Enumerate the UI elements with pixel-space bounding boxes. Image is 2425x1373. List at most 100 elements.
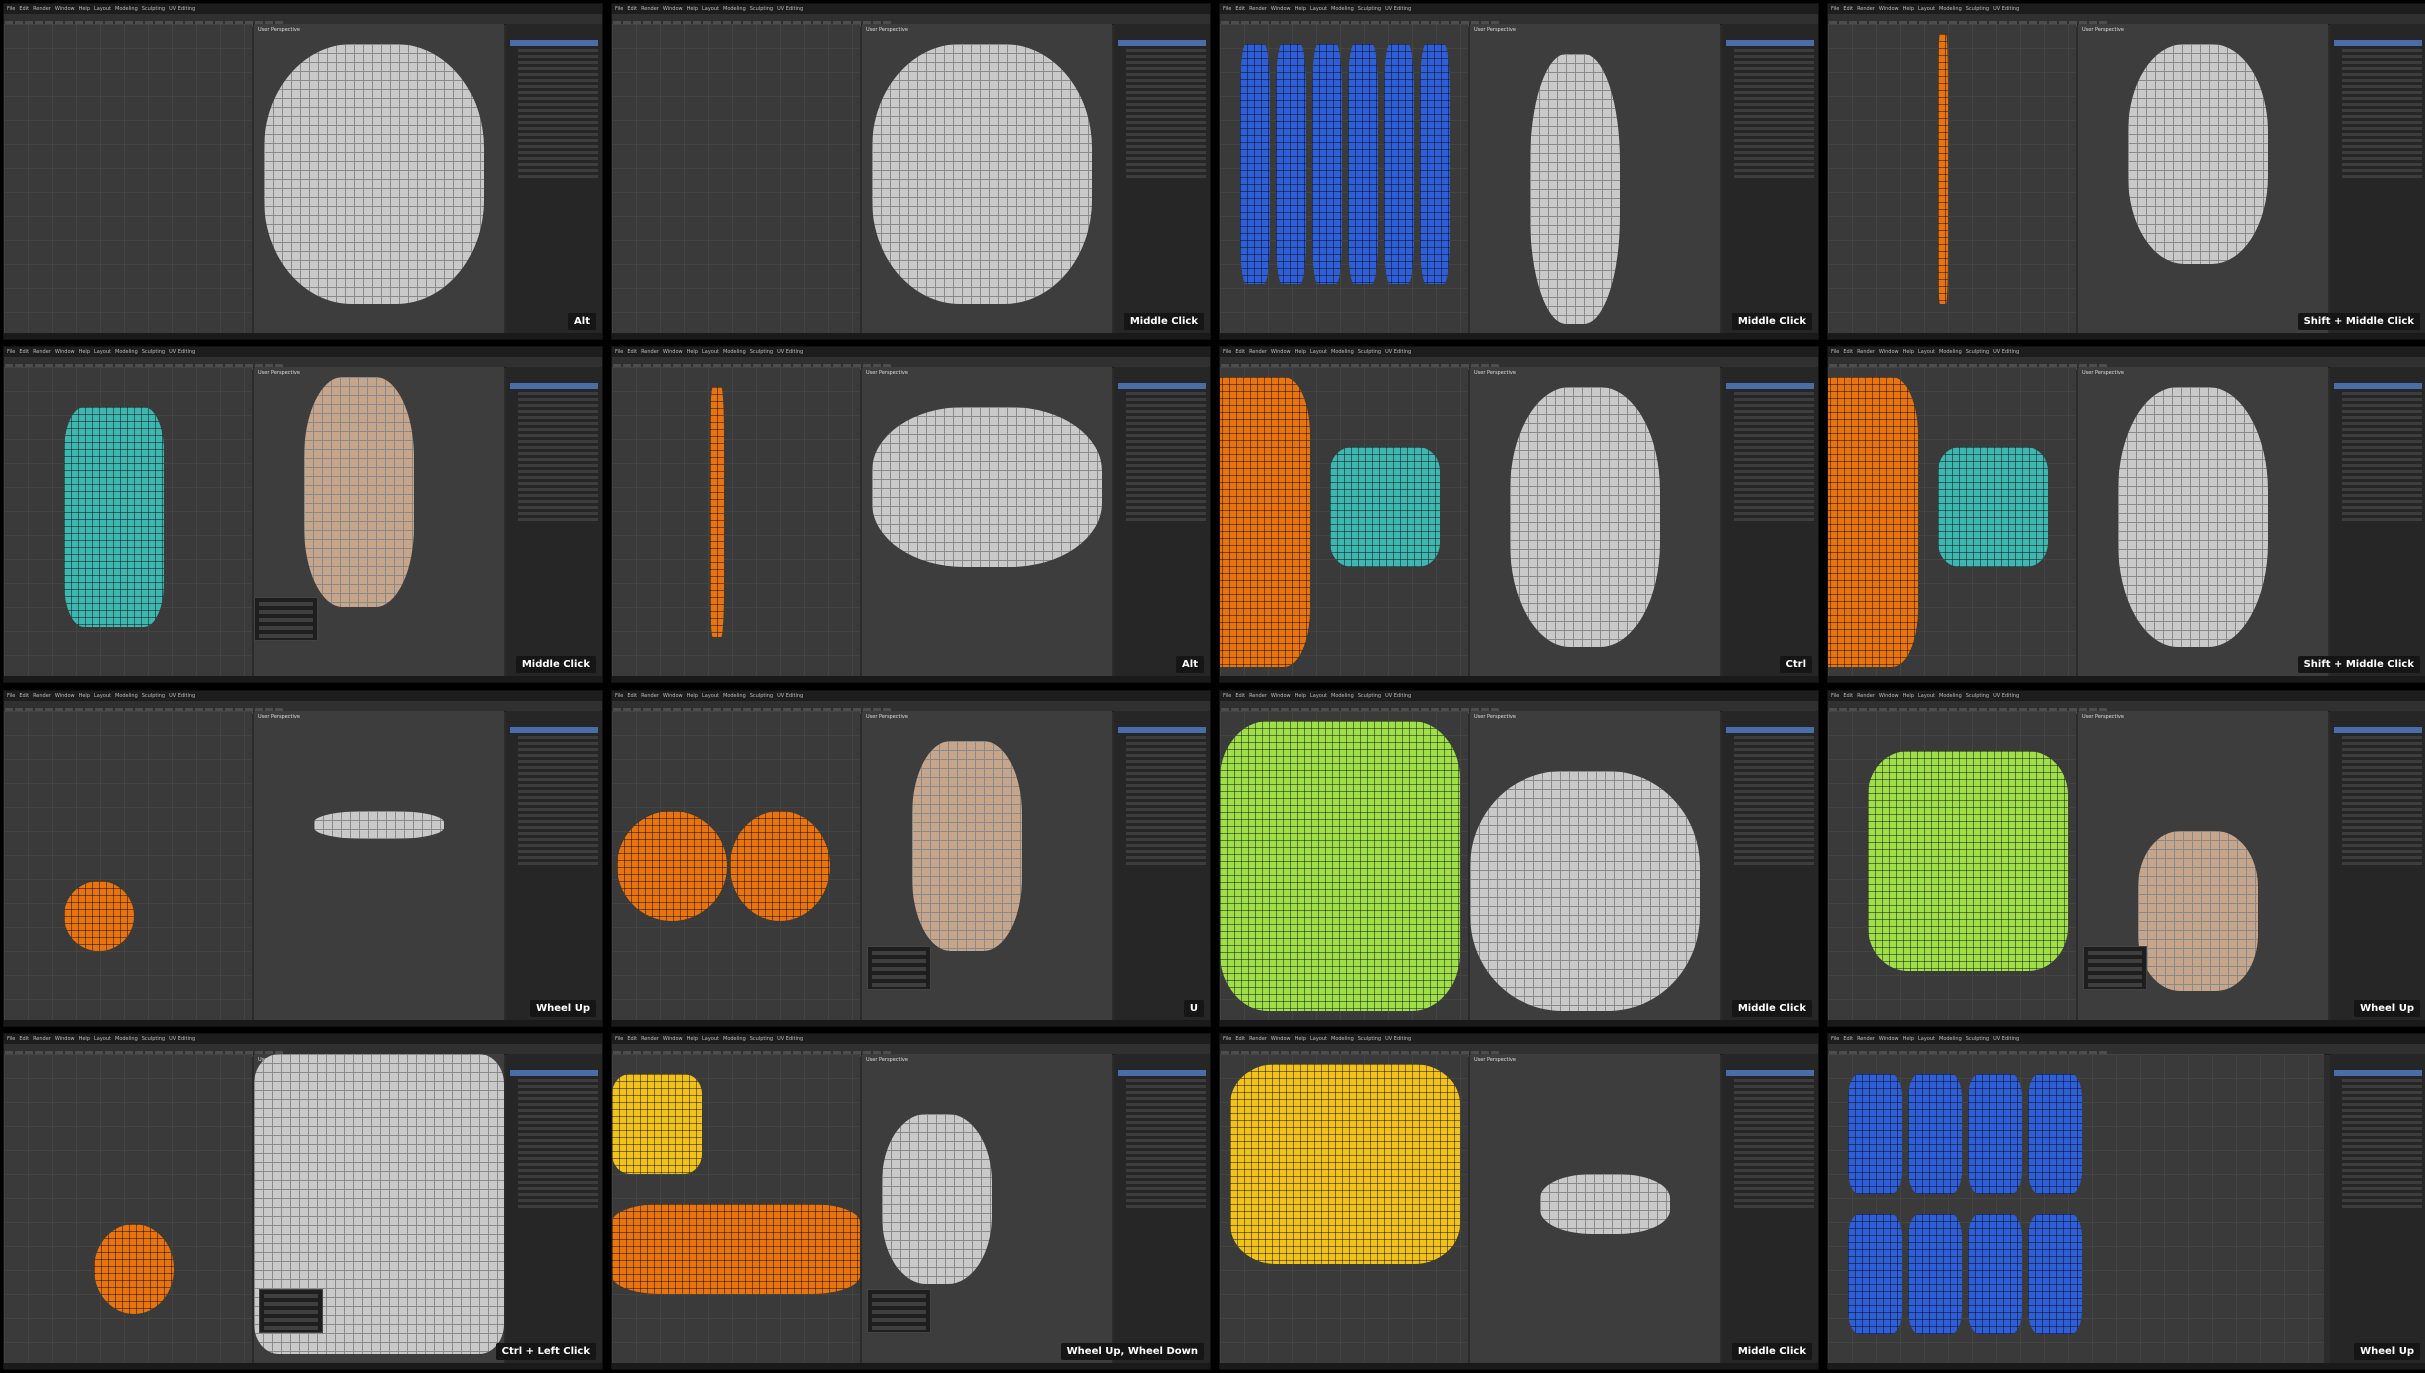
outliner-row[interactable] <box>1126 422 1206 426</box>
outliner-row[interactable] <box>518 55 598 58</box>
outliner-row[interactable] <box>1126 416 1206 420</box>
outliner-row[interactable] <box>1126 1192 1206 1196</box>
outliner-row[interactable] <box>2342 831 2422 835</box>
outliner-row[interactable] <box>1734 855 1814 859</box>
outliner-row[interactable] <box>1734 765 1814 769</box>
outliner-row[interactable] <box>518 1174 598 1178</box>
outliner-row[interactable] <box>1126 410 1206 414</box>
outliner-row[interactable] <box>518 1198 598 1202</box>
outliner-row[interactable] <box>518 512 598 516</box>
outliner-row[interactable] <box>518 151 598 154</box>
menu-item[interactable]: Help <box>687 692 698 700</box>
menu-item[interactable]: Help <box>687 5 698 13</box>
outliner-row[interactable] <box>518 837 598 841</box>
outliner-row[interactable] <box>518 795 598 799</box>
outliner-row[interactable] <box>1734 145 1814 148</box>
outliner-row[interactable] <box>2342 807 2422 811</box>
menu-item[interactable]: UV Editing <box>777 692 803 700</box>
outliner-row[interactable] <box>518 1090 598 1094</box>
menu-item[interactable]: Window <box>1271 348 1291 356</box>
operator-option[interactable] <box>872 966 926 971</box>
outliner-row[interactable] <box>1126 115 1206 118</box>
uv-editor-pane[interactable] <box>612 367 860 677</box>
menu-item[interactable]: Sculpting <box>750 1035 773 1043</box>
outliner-row[interactable] <box>518 1192 598 1196</box>
outliner-row[interactable] <box>1734 422 1814 426</box>
operator-panel[interactable] <box>867 1288 931 1333</box>
menu-item[interactable]: UV Editing <box>1993 1035 2019 1043</box>
outliner-row[interactable] <box>1734 1192 1814 1196</box>
menu-item[interactable]: Layout <box>1310 348 1327 356</box>
outliner-row[interactable] <box>518 1114 598 1118</box>
operator-panel[interactable] <box>867 945 931 990</box>
outliner-row[interactable] <box>1734 121 1814 124</box>
outliner-row[interactable] <box>518 476 598 480</box>
outliner-row[interactable] <box>2342 849 2422 853</box>
outliner-row[interactable] <box>1126 813 1206 817</box>
outliner-selected-row[interactable] <box>510 40 598 46</box>
menu-item[interactable]: Sculpting <box>1966 5 1989 13</box>
outliner-row[interactable] <box>1734 1204 1814 1208</box>
outliner-selected-row[interactable] <box>1726 1069 1814 1076</box>
outliner-row[interactable] <box>518 783 598 787</box>
menu-item[interactable]: Edit <box>19 5 29 13</box>
outliner-row[interactable] <box>2342 1156 2422 1160</box>
outliner-row[interactable] <box>1734 831 1814 835</box>
menu-item[interactable]: Layout <box>1918 692 1935 700</box>
3d-viewport[interactable]: User Perspective <box>2078 367 2328 677</box>
outliner-row[interactable] <box>1126 747 1206 751</box>
outliner-row[interactable] <box>1734 789 1814 793</box>
outliner-row[interactable] <box>1126 1120 1206 1124</box>
outliner-row[interactable] <box>1126 765 1206 769</box>
3d-viewport[interactable]: User Perspective <box>1470 710 1720 1020</box>
outliner-row[interactable] <box>518 67 598 70</box>
outliner-row[interactable] <box>518 404 598 408</box>
outliner-row[interactable] <box>2342 801 2422 805</box>
outliner-row[interactable] <box>1126 464 1206 468</box>
outliner-row[interactable] <box>518 506 598 510</box>
outliner-selected-row[interactable] <box>510 383 598 390</box>
outliner-row[interactable] <box>1734 1090 1814 1094</box>
outliner-row[interactable] <box>518 1132 598 1136</box>
menu-item[interactable]: Window <box>1271 692 1291 700</box>
menu-item[interactable]: File <box>7 692 15 700</box>
outliner-row[interactable] <box>2342 494 2422 498</box>
outliner-row[interactable] <box>1126 1198 1206 1202</box>
menu-item[interactable]: Layout <box>1310 692 1327 700</box>
outliner-row[interactable] <box>2342 1078 2422 1082</box>
menu-item[interactable]: Window <box>1879 1035 1899 1043</box>
outliner-row[interactable] <box>518 500 598 504</box>
outliner-row[interactable] <box>518 1102 598 1106</box>
outliner-row[interactable] <box>518 861 598 865</box>
menu-item[interactable]: Modeling <box>1331 5 1354 13</box>
operator-option[interactable] <box>872 974 926 979</box>
outliner-row[interactable] <box>1126 1174 1206 1178</box>
outliner-row[interactable] <box>1734 1186 1814 1190</box>
outliner-row[interactable] <box>1734 428 1814 432</box>
menu-item[interactable]: Layout <box>1918 348 1935 356</box>
outliner-row[interactable] <box>2342 488 2422 492</box>
outliner-row[interactable] <box>1734 753 1814 757</box>
outliner-row[interactable] <box>518 85 598 88</box>
outliner-row[interactable] <box>1734 169 1814 172</box>
menu-item[interactable]: Layout <box>94 1035 111 1043</box>
outliner-row[interactable] <box>2342 777 2422 781</box>
menu-item[interactable]: Render <box>641 1035 659 1043</box>
outliner-row[interactable] <box>1734 410 1814 414</box>
menu-item[interactable]: UV Editing <box>169 692 195 700</box>
menu-item[interactable]: File <box>1831 692 1839 700</box>
outliner-row[interactable] <box>1734 1162 1814 1166</box>
menu-item[interactable]: Window <box>663 1035 683 1043</box>
outliner-row[interactable] <box>1734 1108 1814 1112</box>
outliner-row[interactable] <box>518 91 598 94</box>
menu-item[interactable]: Help <box>79 348 90 356</box>
menu-item[interactable]: Sculpting <box>750 348 773 356</box>
outliner-row[interactable] <box>2342 1108 2422 1112</box>
outliner-row[interactable] <box>1126 1150 1206 1154</box>
operator-option[interactable] <box>259 626 313 631</box>
menu-item[interactable]: File <box>1831 1035 1839 1043</box>
outliner-row[interactable] <box>2342 446 2422 450</box>
menu-item[interactable]: Render <box>1857 348 1875 356</box>
outliner-row[interactable] <box>518 855 598 859</box>
outliner-row[interactable] <box>1734 488 1814 492</box>
